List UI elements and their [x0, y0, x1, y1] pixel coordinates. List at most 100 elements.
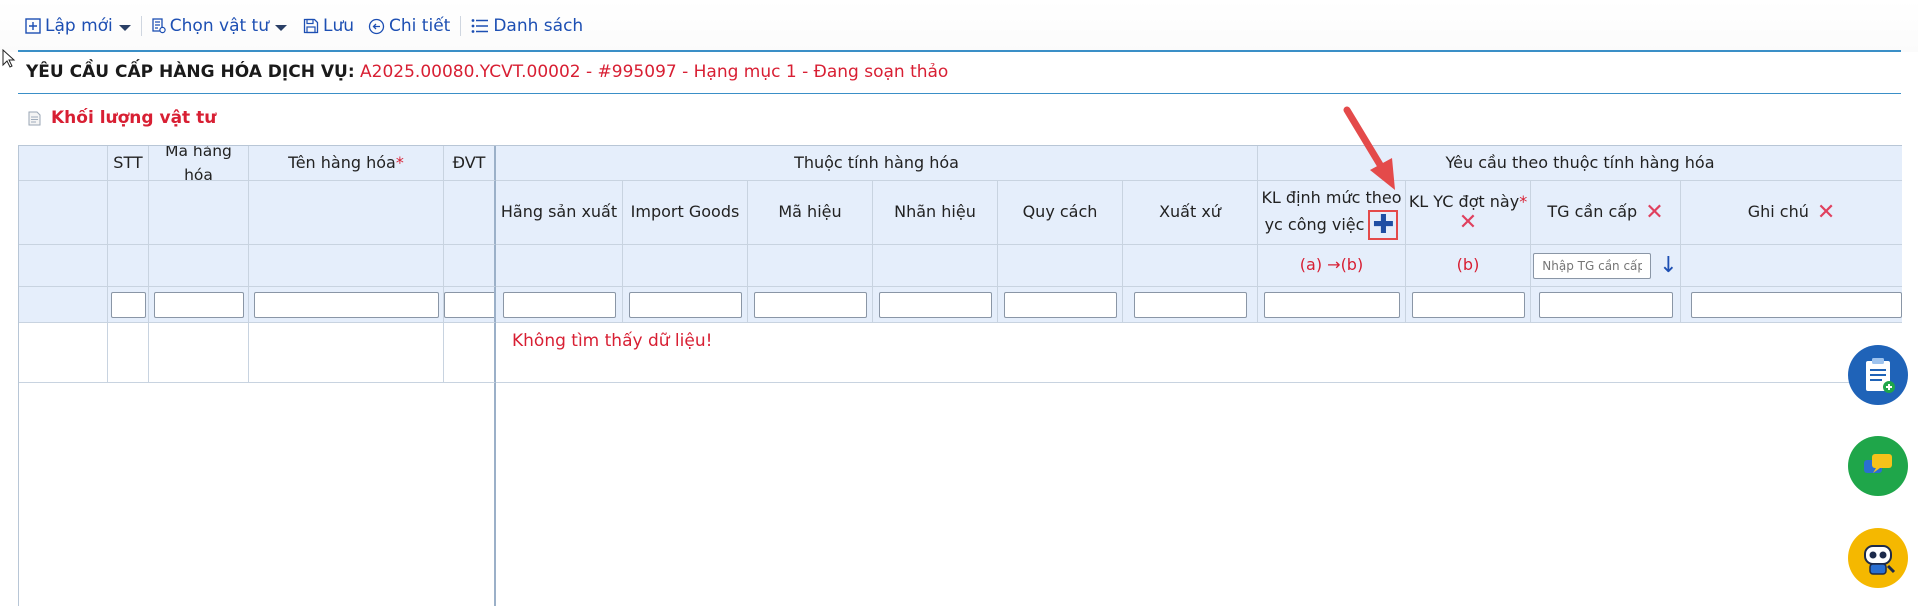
divider-bottom: [18, 93, 1901, 94]
filter-origin-input[interactable]: [1133, 291, 1247, 318]
save-icon: [303, 18, 319, 34]
chat-fab[interactable]: [1848, 436, 1908, 496]
filter-import-goods-input[interactable]: [628, 291, 742, 318]
new-button[interactable]: Lập mới: [25, 16, 131, 36]
header-cell-blank: [1681, 245, 1902, 287]
create-request-fab[interactable]: [1848, 345, 1908, 405]
choose-material-button[interactable]: Chọn vật tư: [152, 16, 287, 36]
section-title: Khối lượng vật tư: [51, 108, 217, 128]
filter-kl-dinh-muc-input[interactable]: [1263, 291, 1400, 318]
filter-manufacturer-input[interactable]: [502, 291, 616, 318]
header-name-label: Tên hàng hóa: [288, 152, 396, 172]
header-spec[interactable]: Quy cách: [998, 181, 1123, 245]
kl-dinh-muc-line1: KL định mức theo: [1261, 187, 1402, 207]
toolbar-divider: [140, 16, 142, 36]
filter-unit-input[interactable]: [444, 291, 494, 318]
filter-stt-input[interactable]: [110, 291, 146, 318]
formula-b: (b): [1456, 255, 1480, 275]
close-icon[interactable]: ✕: [1645, 201, 1663, 224]
kl-yc-label: KL YC đợt này: [1408, 191, 1520, 211]
formula-cell-ab[interactable]: (a) →(b): [1258, 245, 1406, 287]
filter-note-input[interactable]: [1691, 291, 1902, 318]
header-cell-blank: [1123, 245, 1258, 287]
filter-cell-unit: [444, 287, 496, 323]
filter-cell-name: [249, 287, 444, 323]
toolbar: Lập mới Chọn vật tư Lưu Chi tiết Danh sá…: [0, 0, 1918, 52]
filter-cell: [1123, 287, 1258, 323]
add-button[interactable]: ✚: [1368, 209, 1399, 240]
header-cell-blank: [149, 245, 249, 287]
empty-message: Không tìm thấy dữ liệu!: [512, 331, 713, 351]
filter-cell: [1406, 287, 1531, 323]
filter-code-input[interactable]: [153, 291, 244, 318]
empty-row-cell: [108, 323, 149, 383]
tg-label: TG cần cấp: [1547, 202, 1638, 222]
save-button[interactable]: Lưu: [303, 16, 354, 36]
filter-cell: [623, 287, 748, 323]
mouse-cursor-icon: [2, 49, 16, 68]
list-button[interactable]: Danh sách: [471, 16, 583, 36]
header-cell-blank: [623, 245, 748, 287]
detail-button[interactable]: Chi tiết: [368, 16, 450, 36]
filter-cell: [998, 287, 1123, 323]
header-note[interactable]: Ghi chú ✕: [1681, 181, 1902, 245]
empty-row-cell: [19, 323, 108, 383]
page-title-value: A2025.00080.YCVT.00002 - #995097 - Hạng …: [360, 62, 949, 82]
header-name[interactable]: Tên hàng hóa *: [249, 146, 444, 181]
save-button-label: Lưu: [323, 16, 355, 36]
filter-cell-stt: [108, 287, 149, 323]
filter-tg-input[interactable]: [1538, 291, 1673, 318]
header-brand[interactable]: Nhãn hiệu: [873, 181, 998, 245]
divider-top: [18, 50, 1901, 52]
filter-model-code-input[interactable]: [753, 291, 867, 318]
filter-cell-blank: [19, 287, 108, 323]
header-cell-blank: [108, 181, 149, 245]
filter-name-input[interactable]: [253, 291, 439, 318]
required-mark: *: [395, 152, 404, 172]
header-stt[interactable]: STT: [108, 146, 149, 181]
filter-cell: [1258, 287, 1406, 323]
tg-fill-input[interactable]: [1533, 252, 1652, 279]
chevron-down-icon: [275, 25, 287, 31]
attr-col-label: Xuất xứ: [1159, 202, 1221, 222]
header-cell-blank: [249, 181, 444, 245]
support-bot-fab[interactable]: [1848, 528, 1908, 588]
header-manufacturer[interactable]: Hãng sản xuất: [496, 181, 623, 245]
header-cell-blank: [496, 245, 623, 287]
clipboard-add-icon: [1866, 358, 1895, 393]
back-circle-icon: [368, 18, 385, 34]
empty-row-cell: [249, 323, 444, 383]
close-icon[interactable]: ✕: [1459, 212, 1477, 234]
header-kl-yc[interactable]: KL YC đợt này* ✕: [1406, 181, 1531, 245]
header-kl-dinh-muc[interactable]: KL định mức theo yc công việc ✚: [1258, 181, 1406, 245]
note-label: Ghi chú: [1747, 202, 1809, 222]
attr-col-label: Import Goods: [630, 202, 740, 222]
header-model-code[interactable]: Mã hiệu: [748, 181, 873, 245]
header-cell-blank: [873, 245, 998, 287]
arrow-down-icon[interactable]: ↓: [1659, 254, 1677, 277]
header-import-goods[interactable]: Import Goods: [623, 181, 748, 245]
header-cell-blank: [444, 181, 496, 245]
filter-spec-input[interactable]: [1003, 291, 1117, 318]
empty-row-cell: [444, 323, 496, 383]
list-icon: [471, 19, 489, 33]
header-origin[interactable]: Xuất xứ: [1123, 181, 1258, 245]
choose-material-label: Chọn vật tư: [169, 16, 269, 36]
page-title: YÊU CẦU CẤP HÀNG HÓA DỊCH VỤ: A2025.0008…: [26, 62, 948, 82]
plus-square-icon: [25, 18, 41, 34]
left-pane-body: [19, 383, 496, 606]
filter-kl-yc-input[interactable]: [1411, 291, 1525, 318]
header-unit[interactable]: ĐVT: [444, 146, 496, 181]
plus-icon: ✚: [1372, 209, 1395, 240]
group-header-attributes: Thuộc tính hàng hóa: [496, 146, 1258, 181]
group-header-requirements: Yêu cầu theo thuộc tính hàng hóa: [1258, 146, 1902, 181]
page-title-label: YÊU CẦU CẤP HÀNG HÓA DỊCH VỤ:: [26, 62, 355, 82]
filter-brand-input[interactable]: [878, 291, 992, 318]
attr-col-label: Nhãn hiệu: [894, 202, 976, 222]
header-tg-can-cap[interactable]: TG cần cấp ✕: [1531, 181, 1681, 245]
header-cell-blank: [249, 245, 444, 287]
header-code[interactable]: Mã hàng hóa: [149, 146, 249, 184]
attr-col-label: Mã hiệu: [778, 202, 842, 222]
close-icon[interactable]: ✕: [1817, 201, 1835, 224]
filter-cell: [748, 287, 873, 323]
